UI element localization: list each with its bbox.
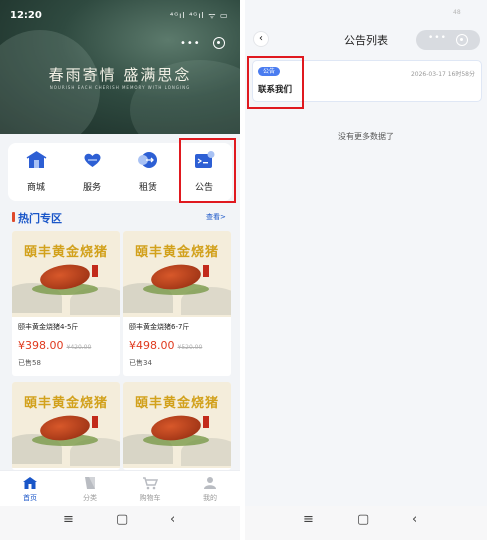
- mini-program-capsule: •••: [416, 30, 480, 50]
- home-icon: [23, 477, 37, 489]
- menu-icon[interactable]: ≡: [63, 512, 74, 527]
- tab-home[interactable]: 首页: [0, 471, 60, 507]
- cart-icon: [143, 477, 158, 490]
- banner-title: 春雨寄情 盛满思念: [48, 66, 192, 84]
- sold-count: 已售34: [129, 359, 152, 367]
- target-icon[interactable]: [456, 34, 468, 46]
- tab-label: 首页: [23, 494, 37, 502]
- tab-category[interactable]: 分类: [60, 471, 120, 507]
- status-indicators: ⁴ᴳıl ⁴ᴳıl ᯤ ▭: [170, 11, 229, 20]
- product-price: ¥398.00 ¥420.00: [18, 339, 92, 352]
- section-accent-bar: [12, 212, 15, 222]
- product-card[interactable]: 頤丰黄金烧猪 颐丰黄金烧猪6-7斤 ¥498.00 ¥520.00 已售34: [123, 231, 231, 376]
- banner[interactable]: 12:20 ⁴ᴳıl ⁴ᴳıl ᯤ ▭ ••• 春雨寄情 盛满思念 NOURIS…: [0, 0, 240, 134]
- sold-count: 已售58: [18, 359, 41, 367]
- banner-subtitle: NOURISH EACH CHERISH MEMORY WITH LONGING: [49, 85, 191, 90]
- system-nav-bar: ≡ ▢ ‹: [245, 506, 487, 540]
- home-button-icon[interactable]: ▢: [116, 512, 128, 527]
- heart-hands-icon: [84, 153, 101, 167]
- status-time: 12:20: [10, 10, 42, 21]
- service-label: 租赁: [138, 183, 157, 193]
- menu-icon[interactable]: ≡: [303, 512, 314, 527]
- home-button-icon[interactable]: ▢: [357, 512, 369, 527]
- battery-level: 48: [453, 9, 461, 16]
- product-image-title: 頤丰黄金烧猪: [134, 245, 219, 260]
- notice-highlight-box: [179, 138, 236, 203]
- more-icon[interactable]: •••: [180, 38, 201, 49]
- service-store[interactable]: 商城: [8, 143, 64, 201]
- product-image-title: 頤丰黄金烧猪: [134, 396, 219, 411]
- service-label: 服务: [82, 183, 101, 193]
- bottom-tab-bar: 首页 分类 购物车 我的: [0, 470, 240, 507]
- product-name: 颐丰黄金烧猪6-7斤: [129, 323, 190, 331]
- original-price: ¥420.00: [66, 344, 92, 351]
- lease-icon: [138, 152, 157, 168]
- service-label: 商城: [26, 183, 45, 193]
- no-more-data-text: 没有更多数据了: [338, 132, 394, 141]
- tab-label: 分类: [83, 494, 97, 502]
- tab-cart[interactable]: 购物车: [120, 471, 180, 507]
- back-icon[interactable]: ‹: [412, 512, 417, 527]
- more-icon[interactable]: •••: [428, 33, 447, 43]
- service-service[interactable]: 服务: [64, 143, 120, 201]
- system-nav-bar: ≡ ▢ ‹: [0, 506, 240, 540]
- product-image: 頤丰黄金烧猪: [12, 231, 120, 317]
- notice-list-screen: 48 ‹ 公告列表 ••• 公告 2026-03-17 16时58分 联系我们 …: [245, 0, 487, 540]
- original-price: ¥520.00: [177, 344, 203, 351]
- back-icon[interactable]: ‹: [170, 512, 175, 527]
- view-more-link[interactable]: 查看>: [206, 212, 226, 222]
- product-image: 頤丰黄金烧猪: [123, 231, 231, 317]
- profile-icon: [204, 477, 216, 489]
- product-card[interactable]: 頤丰黄金烧猪 颐丰黄金烧猪4-5斤 ¥398.00 ¥420.00 已售58: [12, 231, 120, 376]
- store-icon: [26, 151, 47, 168]
- product-image-title: 頤丰黄金烧猪: [23, 396, 108, 411]
- notice-date: 2026-03-17 16时58分: [410, 71, 475, 78]
- product-image: 頤丰黄金烧猪: [123, 382, 231, 468]
- product-name: 颐丰黄金烧猪4-5斤: [18, 323, 79, 331]
- hot-section-title: 热门专区: [18, 212, 62, 225]
- target-icon[interactable]: [213, 37, 225, 49]
- tab-label: 购物车: [139, 494, 161, 502]
- product-price: ¥498.00 ¥520.00: [129, 339, 203, 352]
- product-image-title: 頤丰黄金烧猪: [23, 245, 108, 260]
- service-lease[interactable]: 租赁: [120, 143, 176, 201]
- home-screen: 12:20 ⁴ᴳıl ⁴ᴳıl ᯤ ▭ ••• 春雨寄情 盛满思念 NOURIS…: [0, 0, 240, 540]
- product-card[interactable]: 頤丰黄金烧猪: [123, 382, 231, 470]
- notice-highlight-box: [247, 56, 304, 109]
- product-image: 頤丰黄金烧猪: [12, 382, 120, 468]
- category-icon: [85, 477, 95, 489]
- tab-profile[interactable]: 我的: [180, 471, 240, 507]
- product-card[interactable]: 頤丰黄金烧猪: [12, 382, 120, 470]
- tab-label: 我的: [203, 494, 217, 502]
